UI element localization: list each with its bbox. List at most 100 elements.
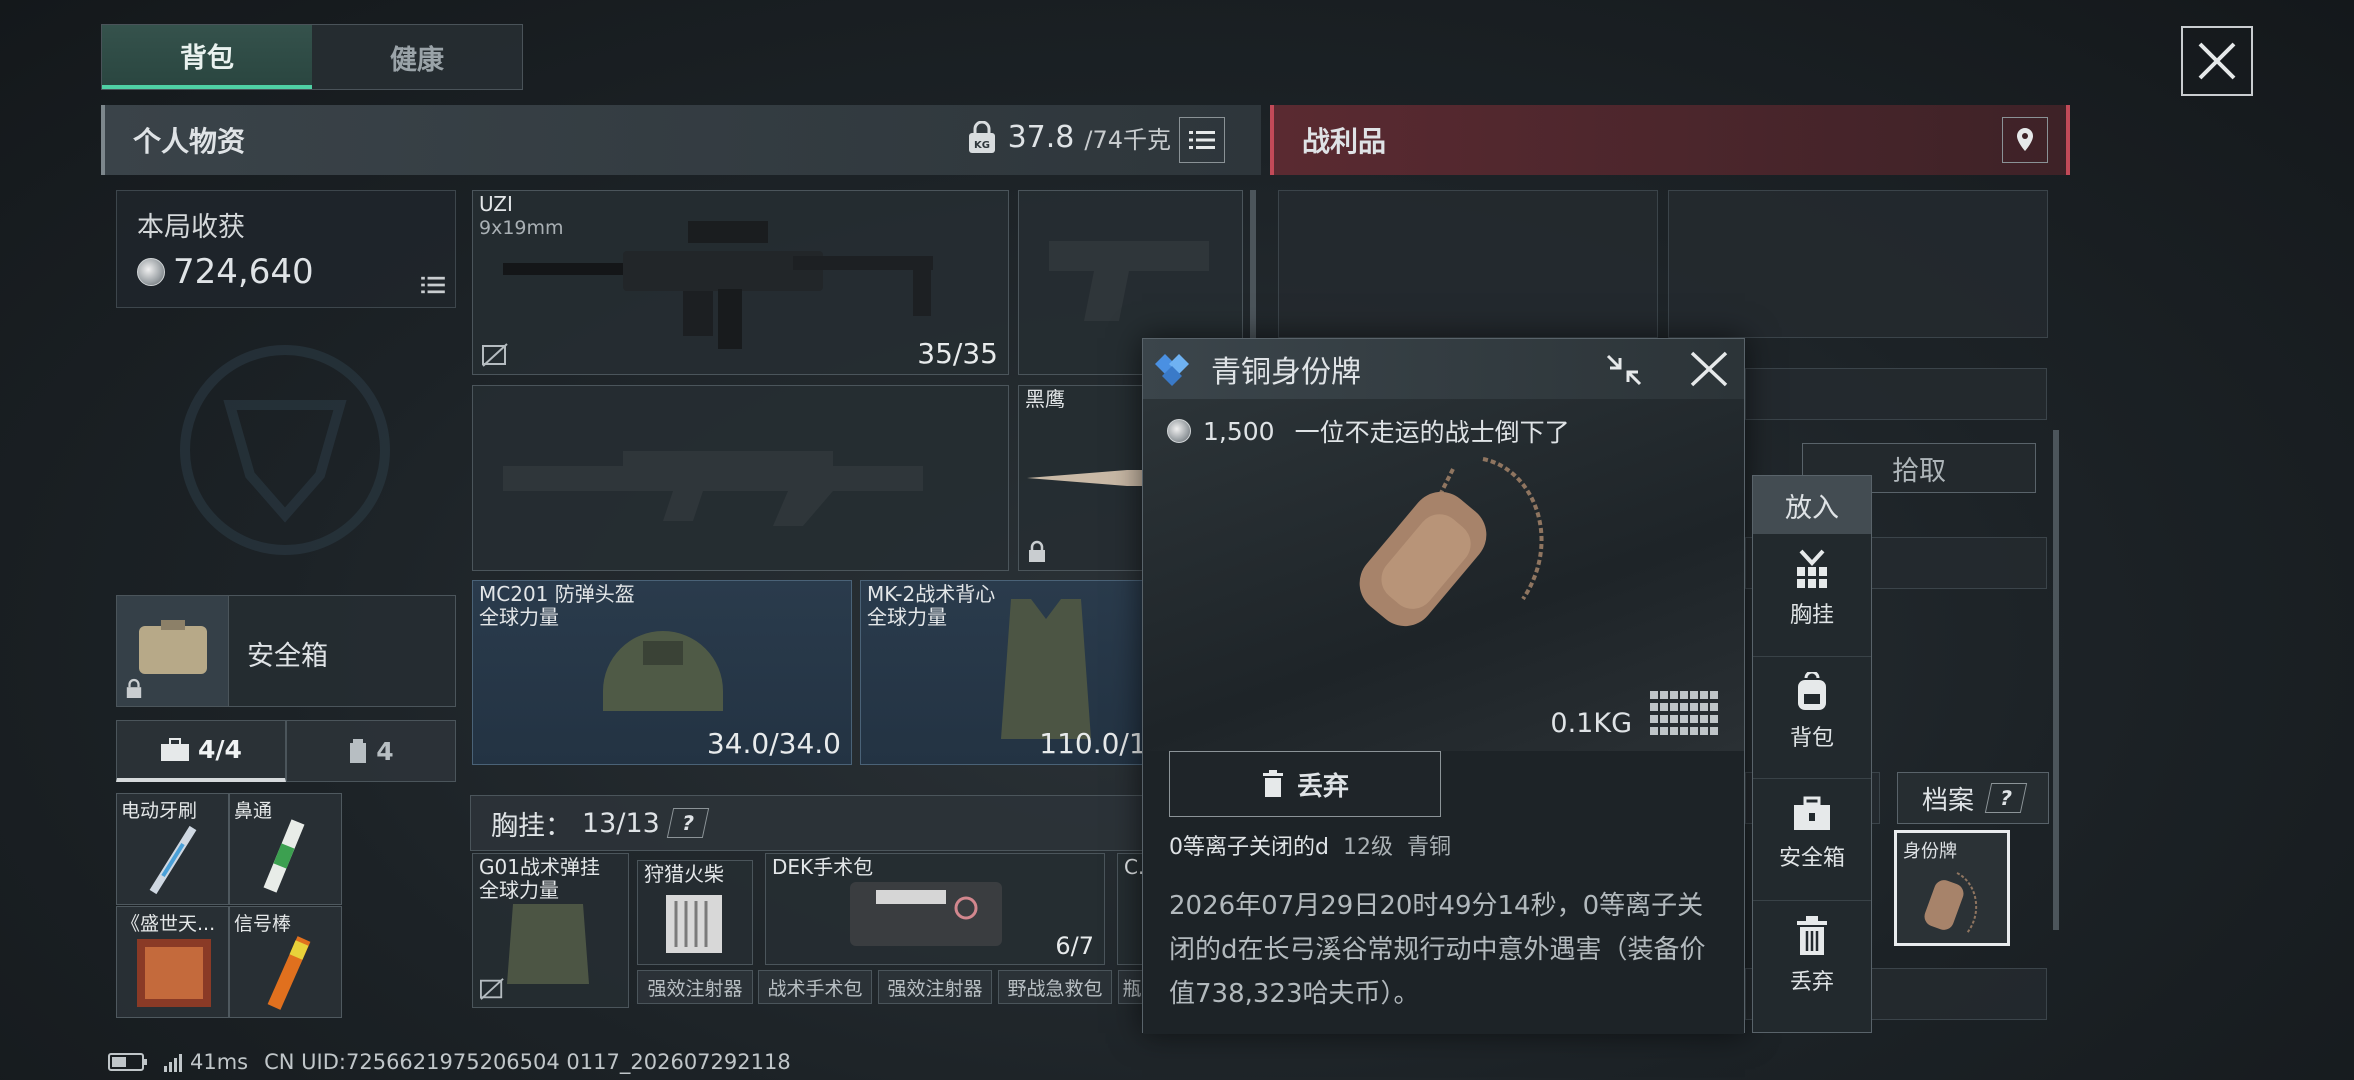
put-in-safebox-label: 安全箱 [1778,845,1845,871]
rifle-slot[interactable] [472,385,1009,571]
put-in-chest-rig-label: 胸挂 [1789,603,1834,628]
loot-locate-button[interactable] [2002,117,2048,163]
put-in-header: 放入 [1753,476,1871,534]
location-pin-icon [2017,128,2033,151]
loot-row[interactable] [1745,368,2047,420]
toolbox-icon [161,737,190,761]
no-insure-icon [482,343,508,367]
rifle-placeholder-icon [503,451,923,526]
weight-max: /74千克 [1084,126,1171,154]
chest-item[interactable]: DEK手术包 6/7 [765,853,1105,965]
personal-header: 个人物资 KG 37.8/74千克 [101,105,1261,175]
rig-name: G01战术弹挂 [479,855,600,879]
vest-slot[interactable]: MK-2战术背心全球力量 110.0/110.0 [860,580,1150,765]
safebox-icon [1794,796,1830,830]
collapse-icon[interactable] [1604,352,1644,388]
archive-label: 档案 [1921,785,1974,816]
chest-rig-slot[interactable]: G01战术弹挂 全球力量 [472,853,629,1008]
close-icon [2198,42,2236,80]
archive-item-name: 身份牌 [1903,841,1957,862]
svg-text:KG: KG [974,140,990,151]
helmet-image [603,631,723,711]
weapon-ammo: 35/35 [917,337,998,370]
chest-tag: 野战急救包 [998,970,1112,1004]
popup-discard-button[interactable]: 丢弃 [1169,751,1441,817]
chest-rig-header: 胸挂： 13/13 ? [470,795,1170,851]
safebox-tabs: 4/4 4 [116,720,456,782]
safebox-image-frame [117,596,229,706]
helmet-slot[interactable]: MC201 防弹头盔 全球力量 34.0/34.0 [472,580,852,765]
safebox-item[interactable]: 信号棒 [229,906,342,1018]
top-tabs: 背包 健康 [101,24,523,90]
knife-image [1027,470,1147,486]
loot-scrollbar[interactable] [2053,430,2059,930]
discard-action[interactable]: 丢弃 [1753,900,1871,1010]
book-image [137,939,211,1007]
safebox-label: 安全箱 [247,641,328,672]
surgical-kit-image [850,882,1002,946]
chest-rig-icon [1797,549,1827,588]
harvest-list-icon[interactable] [421,275,445,295]
primary-weapon-slot[interactable]: UZI 9x19mm 35/35 [472,190,1009,375]
tab-safebox-items[interactable]: 4/4 [116,720,286,782]
helmet-maker: 全球力量 [479,605,559,629]
sort-button[interactable] [1179,117,1225,163]
signal-icon [164,1054,182,1072]
item-name: 《盛世天... [121,913,216,935]
tab-backpack[interactable]: 背包 [102,25,312,89]
put-in-safebox[interactable]: 安全箱 [1753,778,1871,888]
close-button[interactable] [2181,26,2253,96]
popup-price-row: 1,500 一位不走运的战士倒下了 [1167,413,1570,449]
popup-title: 青铜身份牌 [1211,355,1361,390]
coin-icon [1167,419,1191,443]
tab-health[interactable]: 健康 [312,25,522,89]
no-insure-icon [480,978,504,1000]
knife-slot[interactable]: 黑鹰 [1018,385,1148,571]
archive-header[interactable]: 档案 ? [1897,772,2049,824]
helmet-durability: 34.0/34.0 [706,727,841,760]
item-name: 信号棒 [234,913,292,935]
safebox-slot[interactable]: 安全箱 [116,595,456,707]
vest-durability: 110.0/110.0 [1039,727,1149,760]
uid-text: CN UID:7256621975206504 0117_20260729211… [264,1050,791,1074]
chest-item[interactable]: C... [1117,853,1145,965]
popup-price: 1,500 [1203,416,1275,446]
coin-icon [137,258,165,286]
trash-icon [1797,915,1827,955]
canister-icon [350,739,367,763]
owner-level: 12级 [1342,835,1393,860]
ping-display: 41ms [164,1050,248,1074]
item-detail-popup: 青铜身份牌 1,500 一位不走运的战士倒下了 0.1KG 丢弃 0等离子关闭的… [1142,338,1745,1034]
put-in-chest-rig[interactable]: 胸挂 [1753,534,1871,644]
inhaler-image [263,819,305,893]
safebox-item[interactable]: 鼻通 [229,793,342,905]
chest-tag: 战术手术包 [758,970,872,1004]
put-in-backpack[interactable]: 背包 [1753,656,1871,766]
emblem-watermark [180,345,390,555]
chest-tag: 强效注射器 [637,970,753,1004]
loot-slot[interactable] [1668,190,2048,338]
popup-close-icon[interactable] [1688,349,1730,389]
dogtag-archive-item[interactable]: 身份牌 [1894,830,2010,946]
harvest-panel: 本局收获 724,640 [116,190,456,308]
harvest-label: 本局收获 [137,212,245,243]
popup-weight: 0.1KG [1550,708,1632,739]
safebox-lock-icon [126,678,142,698]
chest-rig-help-button[interactable]: ? [666,808,710,838]
dogtag-image [1359,457,1544,627]
surgical-kit-count: 6/7 [1055,932,1094,960]
item-name: 电动牙刷 [121,800,198,822]
chest-item[interactable]: 狩猎火柴 [637,860,753,965]
loot-slot[interactable] [1278,190,1658,338]
weight-display: KG 37.8/74千克 [966,120,1171,155]
owner-name: 0等离子关闭的d [1169,835,1329,860]
tab-container-count: 4 [376,736,394,766]
chest-rig-label: 胸挂： [491,810,572,842]
vest-image [1001,599,1091,739]
safebox-item[interactable]: 《盛世天... [116,906,229,1018]
item-name: 狩猎火柴 [644,862,724,886]
tab-safebox-containers[interactable]: 4 [286,720,456,782]
lock-icon [1029,540,1045,562]
safebox-item[interactable]: 电动牙刷 [116,793,229,905]
vest-name: MK-2战术背心 [867,582,996,606]
